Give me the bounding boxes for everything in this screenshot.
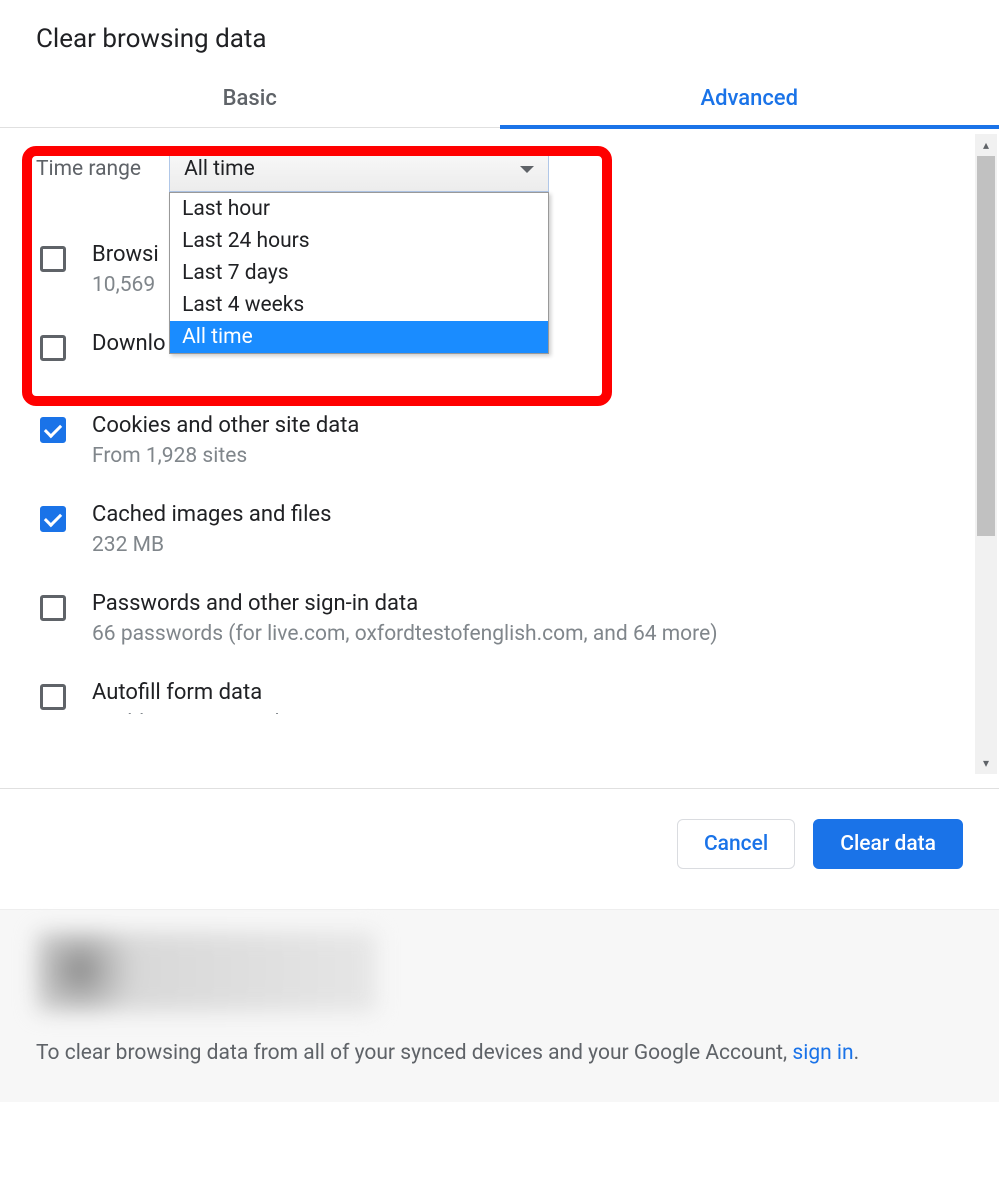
- scroll-track[interactable]: [975, 156, 997, 752]
- time-range-option-all-time[interactable]: All time: [170, 321, 548, 353]
- time-range-option-last-7-days[interactable]: Last 7 days: [170, 257, 548, 289]
- item-title: Downlo: [92, 331, 166, 356]
- time-range-selected-text: All time: [184, 157, 255, 181]
- content-scroll-area: Time range All time Last hour Last 24 ho…: [0, 128, 999, 788]
- item-cached: Cached images and files 232 MB: [36, 492, 963, 581]
- scrollbar[interactable]: ▴ ▾: [975, 134, 997, 774]
- item-title: Browsi: [92, 242, 159, 267]
- tab-advanced[interactable]: Advanced: [500, 72, 999, 127]
- content-wrap: Time range All time Last hour Last 24 ho…: [0, 128, 999, 788]
- item-text: Cookies and other site data From 1,928 s…: [92, 413, 359, 468]
- item-text: Passwords and other sign-in data 66 pass…: [92, 591, 718, 646]
- item-subtitle: 10,569: [92, 273, 159, 297]
- item-subtitle: 232 MB: [92, 533, 331, 557]
- item-text: Browsi 10,569: [92, 242, 159, 297]
- checkbox-browsing-history[interactable]: [40, 246, 66, 272]
- time-range-option-last-hour[interactable]: Last hour: [170, 193, 548, 225]
- sync-text-suffix: .: [854, 1041, 860, 1065]
- time-range-option-last-24-hours[interactable]: Last 24 hours: [170, 225, 548, 257]
- time-range-option-last-4-weeks[interactable]: Last 4 weeks: [170, 289, 548, 321]
- clear-data-button[interactable]: Clear data: [813, 819, 963, 869]
- item-subtitle: From 1,928 sites: [92, 444, 359, 468]
- scroll-thumb[interactable]: [977, 156, 995, 536]
- checkbox-download-history[interactable]: [40, 335, 66, 361]
- checkbox-passwords[interactable]: [40, 595, 66, 621]
- time-range-row: Time range All time Last hour Last 24 ho…: [36, 128, 963, 202]
- item-autofill: Autofill form data 2 addresses, 892 othe…: [36, 670, 963, 714]
- tab-basic[interactable]: Basic: [0, 72, 500, 127]
- time-range-selected[interactable]: All time: [169, 146, 549, 192]
- item-text: Downlo: [92, 331, 166, 356]
- item-passwords: Passwords and other sign-in data 66 pass…: [36, 581, 963, 670]
- tabs: Basic Advanced: [0, 72, 999, 128]
- sync-text-prefix: To clear browsing data from all of your …: [36, 1041, 792, 1065]
- sign-in-link[interactable]: sign in: [792, 1041, 853, 1065]
- checkbox-cached[interactable]: [40, 506, 66, 532]
- checkbox-autofill[interactable]: [40, 684, 66, 710]
- item-subtitle: 66 passwords (for live.com, oxfordtestof…: [92, 622, 718, 646]
- item-title: Cached images and files: [92, 502, 331, 527]
- account-section: To clear browsing data from all of your …: [0, 909, 999, 1102]
- clear-browsing-data-dialog: Clear browsing data Basic Advanced Time …: [0, 0, 999, 1102]
- scroll-down-arrow-icon[interactable]: ▾: [975, 752, 997, 774]
- scroll-up-arrow-icon[interactable]: ▴: [975, 134, 997, 156]
- item-subtitle: 2 addresses, 892 other suggestions: [92, 711, 424, 714]
- time-range-label: Time range: [36, 157, 141, 181]
- sync-message: To clear browsing data from all of your …: [36, 1038, 963, 1070]
- cancel-button[interactable]: Cancel: [677, 819, 795, 869]
- item-text: Cached images and files 232 MB: [92, 502, 331, 557]
- item-title: Cookies and other site data: [92, 413, 359, 438]
- time-range-dropdown: Last hour Last 24 hours Last 7 days Last…: [169, 192, 549, 354]
- checkbox-cookies[interactable]: [40, 417, 66, 443]
- time-range-select[interactable]: All time Last hour Last 24 hours Last 7 …: [169, 146, 549, 192]
- account-info-blurred: [36, 932, 376, 1012]
- item-text: Autofill form data 2 addresses, 892 othe…: [92, 680, 424, 714]
- item-title: Autofill form data: [92, 680, 424, 705]
- item-title: Passwords and other sign-in data: [92, 591, 718, 616]
- caret-down-icon: [520, 166, 534, 173]
- dialog-title: Clear browsing data: [0, 0, 999, 72]
- item-cookies: Cookies and other site data From 1,928 s…: [36, 385, 963, 492]
- action-bar: Cancel Clear data: [0, 789, 999, 909]
